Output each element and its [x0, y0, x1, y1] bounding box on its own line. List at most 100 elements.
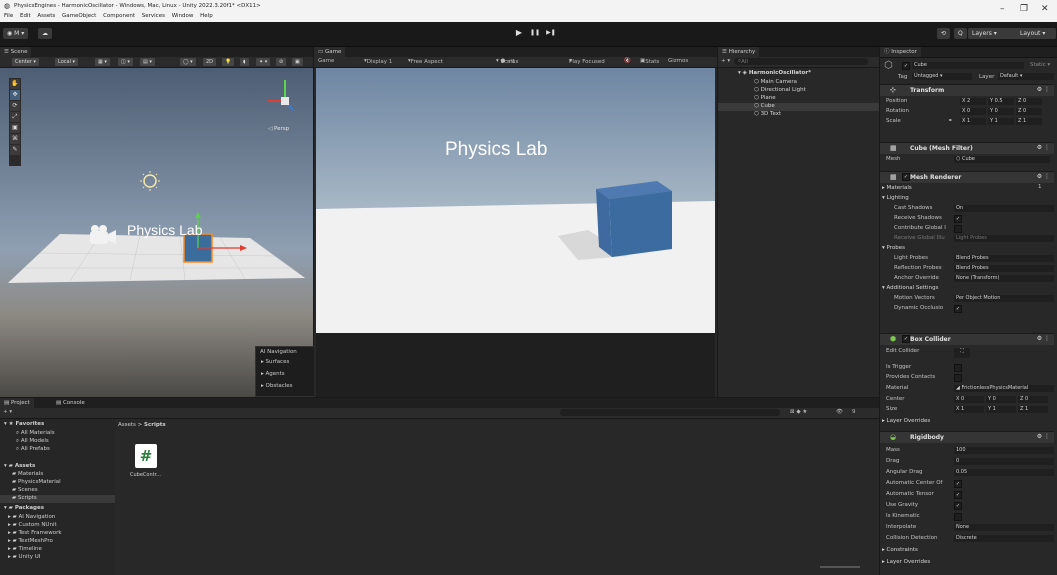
light-probes-dropdown[interactable]: Blend Probes — [954, 255, 1054, 262]
play-button[interactable]: ▶ — [512, 27, 526, 39]
object-active-checkbox[interactable]: ✓ — [902, 62, 910, 70]
mesh-filter-header[interactable]: ▦ Cube (Mesh Filter) ⚙ ⋮ — [880, 142, 1054, 154]
layers-dropdown[interactable]: Layers ▾ — [968, 28, 1021, 39]
scale-x-field[interactable]: X 1 — [960, 118, 986, 125]
persp-label[interactable]: ◁ Persp — [268, 126, 290, 132]
constraints-foldout[interactable]: ▸ Constraints — [882, 547, 918, 553]
size-z-field[interactable]: Z 1 — [1018, 406, 1048, 413]
hidden-packages-icon[interactable]: 👁 — [836, 409, 843, 415]
mesh-renderer-enabled-checkbox[interactable]: ✓ — [902, 173, 910, 181]
box-collider-header[interactable]: ⬢ ✓ Box Collider ⚙ ⋮ — [880, 333, 1054, 345]
transform-tool-icon[interactable]: ⌘ — [10, 134, 20, 144]
lighting-foldout[interactable]: ▾ Lighting — [882, 195, 909, 201]
ai-nav-agents[interactable]: ▸ Agents — [261, 371, 285, 377]
package-unity-ui[interactable]: ▸ ▰ Unity UI — [8, 554, 40, 560]
mesh-object-field[interactable]: ⬡ Cube — [954, 156, 1050, 163]
hierarchy-item-plane[interactable]: ⬡ Plane — [754, 95, 776, 101]
dynamic-occlusion-checkbox[interactable]: ✓ — [954, 305, 962, 313]
hierarchy-item-directional-light[interactable]: ⬡ Directional Light — [754, 87, 806, 93]
transform-header[interactable]: ⊹ Transform ⚙ ⋮ — [880, 84, 1054, 96]
rotate-tool-icon[interactable]: ⟳ — [10, 101, 20, 111]
packages-foldout[interactable]: ▾ ▰ Packages — [4, 505, 44, 511]
package-custom-nunit[interactable]: ▸ ▰ Custom NUnit — [8, 522, 57, 528]
menu-component[interactable]: Component — [103, 13, 135, 19]
tab-console[interactable]: ▤ Console — [52, 398, 89, 408]
auto-center-checkbox[interactable]: ✓ — [954, 480, 962, 488]
is-trigger-checkbox[interactable] — [954, 364, 962, 372]
component-menu-icon[interactable]: ⚙ ⋮ — [1037, 433, 1050, 440]
scale-link-icon[interactable]: ⚭ — [948, 118, 953, 124]
package-textmeshpro[interactable]: ▸ ▰ TextMeshPro — [8, 538, 53, 544]
rotation-y-field[interactable]: Y 0 — [988, 108, 1014, 115]
size-x-field[interactable]: X 1 — [954, 406, 984, 413]
component-menu-icon[interactable]: ⚙ ⋮ — [1037, 86, 1050, 93]
menu-assets[interactable]: Assets — [37, 13, 55, 19]
hierarchy-scene-root[interactable]: ▾ ◈ HarmonicOscillator* — [738, 70, 811, 76]
receive-gi-dropdown[interactable]: Light Probes — [954, 235, 1054, 242]
collider-layer-overrides-foldout[interactable]: ▸ Layer Overrides — [882, 418, 930, 424]
fav-all-models[interactable]: ⌕ All Models — [16, 438, 49, 445]
scale-tool-icon[interactable]: ⤢ — [10, 112, 20, 122]
package-test-framework[interactable]: ▸ ▰ Test Framework — [8, 530, 62, 536]
position-z-field[interactable]: Z 0 — [1016, 98, 1042, 105]
audio-toggle-icon[interactable]: ◖ — [240, 58, 249, 66]
hierarchy-item-cube[interactable]: ⬡ Cube — [754, 103, 775, 109]
2d-mode-toggle[interactable]: 2D — [203, 58, 217, 66]
tab-hierarchy[interactable]: ☰ Hierarchy — [718, 47, 760, 57]
assets-foldout[interactable]: ▾ ▰ Assets — [4, 463, 35, 469]
minimize-button[interactable]: – — [1000, 4, 1005, 14]
folder-materials[interactable]: ▰ Materials — [12, 471, 43, 477]
cloud-icon[interactable]: ☁ — [38, 28, 52, 39]
pivot-center-dropdown[interactable]: Center ▾ — [12, 58, 39, 66]
box-collider-enabled-checkbox[interactable]: ✓ — [902, 335, 910, 343]
aspect-dropdown[interactable]: ▾ Free Aspect — [408, 58, 443, 65]
close-button[interactable]: ✕ — [1041, 4, 1049, 14]
mass-field[interactable]: 100 — [954, 447, 1054, 454]
edit-collider-button[interactable]: ⛶ — [954, 348, 970, 358]
scale-z-field[interactable]: Z 1 — [1016, 118, 1042, 125]
package-ai-navigation[interactable]: ▸ ▰ AI Navigation — [8, 514, 55, 520]
hierarchy-item-3d-text[interactable]: ⬡ 3D Text — [754, 111, 781, 117]
rigidbody-header[interactable]: ◒ Rigidbody ⚙ ⋮ — [880, 431, 1054, 443]
use-gravity-checkbox[interactable]: ✓ — [954, 502, 962, 510]
zoom-slider[interactable] — [820, 566, 860, 568]
effects-toggle-icon[interactable]: ✦ ▾ — [256, 58, 271, 66]
search-icon[interactable]: Q — [954, 28, 967, 39]
folder-scenes[interactable]: ▰ Scenes — [12, 487, 38, 493]
step-button[interactable]: ▶❚ — [544, 27, 558, 39]
additional-settings-foldout[interactable]: ▾ Additional Settings — [882, 285, 938, 291]
menu-services[interactable]: Services — [142, 13, 165, 19]
camera-settings-icon[interactable]: ▣ — [292, 58, 303, 66]
display-dropdown[interactable]: ▾ Display 1 — [364, 58, 392, 65]
game-viewport[interactable]: Physics Lab — [316, 68, 715, 333]
angular-drag-field[interactable]: 0.05 — [954, 469, 1054, 476]
folder-physicsmaterial[interactable]: ▰ PhysicsMaterial — [12, 479, 61, 485]
hierarchy-item-main-camera[interactable]: ⬡ Main Camera — [754, 79, 797, 85]
shading-mode-button[interactable]: ▤ ▾ — [140, 58, 155, 66]
menu-help[interactable]: Help — [200, 13, 213, 19]
position-y-field[interactable]: Y 0.5 — [988, 98, 1014, 105]
layer-dropdown[interactable]: Default ▾ — [998, 73, 1054, 80]
component-menu-icon[interactable]: ⚙ ⋮ — [1037, 173, 1050, 180]
drag-field[interactable]: 0 — [954, 458, 1054, 465]
is-kinematic-checkbox[interactable] — [954, 513, 962, 521]
maximize-button[interactable]: ❐ — [1020, 4, 1028, 14]
layout-dropdown[interactable]: Layout ▾ — [1016, 28, 1056, 39]
center-x-field[interactable]: X 0 — [954, 396, 984, 403]
grid-snap-button[interactable]: ▦ ▾ — [95, 58, 110, 66]
game-mode-dropdown[interactable]: Game — [318, 58, 334, 64]
hierarchy-search-input[interactable]: ⌕ All — [734, 58, 868, 65]
project-filter-icons[interactable]: ⊠ ◆ ★ — [790, 409, 807, 415]
pivot-local-dropdown[interactable]: Local ▾ — [55, 58, 79, 66]
center-z-field[interactable]: Z 0 — [1018, 396, 1048, 403]
favorites-foldout[interactable]: ▾ ★ Favorites — [4, 421, 44, 427]
ai-nav-obstacles[interactable]: ▸ Obstacles — [261, 383, 293, 389]
folder-scripts[interactable]: ▰ Scripts — [12, 495, 37, 501]
move-tool-icon[interactable]: ✥ — [10, 90, 20, 100]
auto-tensor-checkbox[interactable]: ✓ — [954, 491, 962, 499]
position-x-field[interactable]: X 2 — [960, 98, 986, 105]
gizmos-dropdown[interactable]: Gizmos — [668, 58, 688, 64]
play-focus-dropdown[interactable]: Play Focused ▾ — [569, 58, 605, 65]
project-search-input[interactable] — [560, 409, 780, 416]
lighting-toggle-icon[interactable]: 💡 — [222, 58, 235, 66]
